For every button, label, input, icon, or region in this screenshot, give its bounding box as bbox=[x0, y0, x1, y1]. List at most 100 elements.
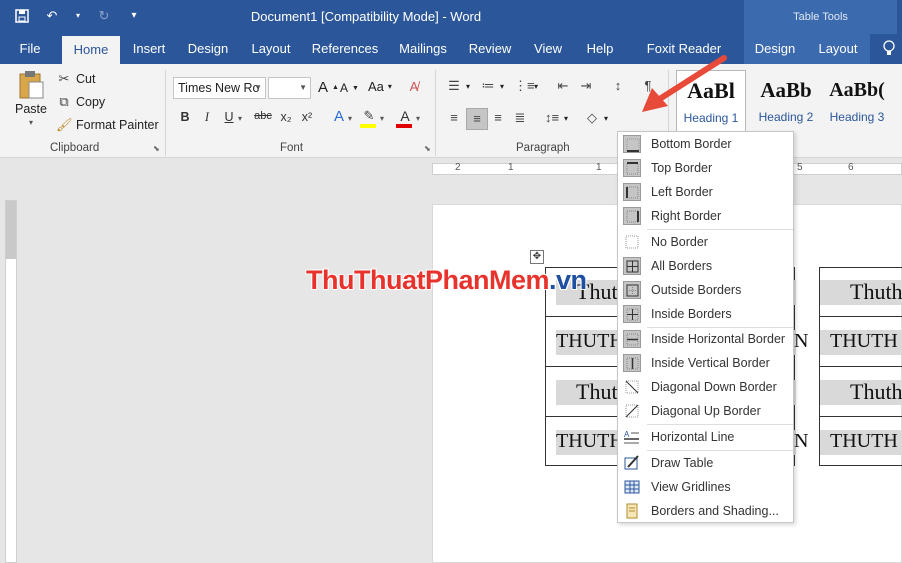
cell-text: N bbox=[794, 330, 809, 352]
tab-design[interactable]: Design bbox=[182, 34, 234, 64]
numbering-button[interactable]: ≔ ▾ bbox=[480, 78, 505, 94]
clear-formatting-button[interactable]: A̸ bbox=[406, 79, 422, 95]
menu-item-label: Right Border bbox=[651, 209, 722, 223]
strikethrough-button[interactable]: abc bbox=[252, 110, 274, 122]
italic-button[interactable]: I bbox=[198, 110, 216, 125]
menu-item-draw-table[interactable]: Draw Table bbox=[618, 451, 793, 475]
font-launcher-icon[interactable]: ⬊ bbox=[424, 144, 431, 153]
annotation-arrow-icon bbox=[642, 55, 727, 112]
line-spacing-button[interactable]: ↕≡ ▾ bbox=[544, 110, 568, 126]
subscript-button[interactable]: x₂ bbox=[277, 110, 295, 124]
tab-home[interactable]: Home bbox=[62, 36, 120, 64]
tab-mailings[interactable]: Mailings bbox=[392, 34, 454, 64]
font-group-label: Font bbox=[280, 142, 304, 154]
font-family-combo[interactable]: Times New Ro ▼ bbox=[173, 77, 266, 99]
tab-review[interactable]: Review bbox=[464, 34, 516, 64]
menu-item-label: Diagonal Up Border bbox=[651, 404, 761, 418]
chevron-down-icon: ▼ bbox=[299, 83, 307, 92]
tab-help[interactable]: Help bbox=[580, 34, 620, 64]
font-color-button[interactable]: A bbox=[396, 108, 414, 128]
change-case-button[interactable]: Aa ▾ bbox=[368, 79, 392, 94]
line-spacing-icon: ↕≡ bbox=[544, 110, 560, 125]
superscript-button[interactable]: x² bbox=[298, 110, 316, 124]
menu-item-inside-horizontal-border[interactable]: Inside Horizontal Border bbox=[618, 327, 793, 351]
tab-layout[interactable]: Layout bbox=[244, 34, 298, 64]
tab-table-design[interactable]: Design bbox=[744, 34, 806, 64]
lightbulb-icon[interactable] bbox=[878, 34, 900, 64]
tab-file[interactable]: File bbox=[10, 34, 50, 64]
tab-table-layout[interactable]: Layout bbox=[806, 34, 870, 64]
menu-item-label: All Borders bbox=[651, 259, 713, 273]
style-heading-3[interactable]: AaBb( Heading 3 bbox=[824, 70, 890, 134]
align-left-button[interactable]: ≡ bbox=[446, 110, 462, 126]
cut-label: Cut bbox=[76, 72, 96, 86]
font-color-swatch bbox=[396, 124, 412, 128]
menu-item-inside-vertical-border[interactable]: Inside Vertical Border bbox=[618, 351, 793, 375]
shrink-font-button[interactable]: A ▼ bbox=[340, 81, 359, 95]
menu-item-diagonal-down-border[interactable]: Diagonal Down Border bbox=[618, 375, 793, 399]
align-center-icon: ≡ bbox=[473, 111, 481, 126]
chevron-down-icon: ▼ bbox=[254, 83, 262, 92]
menu-item-diagonal-up-border[interactable]: Diagonal Up Border bbox=[618, 399, 793, 423]
menu-item-label: No Border bbox=[651, 235, 708, 249]
style-sample: AaBb bbox=[760, 78, 812, 102]
menu-item-left-border[interactable]: Left Border bbox=[618, 180, 793, 204]
bullet-list-icon: ☰ bbox=[448, 78, 460, 93]
menu-item-inside-borders[interactable]: Inside Borders bbox=[618, 302, 793, 326]
justify-icon: ≣ bbox=[514, 110, 526, 125]
copy-icon: ⧉ bbox=[59, 94, 69, 109]
menu-item-view-gridlines[interactable]: View Gridlines bbox=[618, 475, 793, 499]
menu-item-label: Inside Borders bbox=[651, 307, 732, 321]
shading-button[interactable]: ◇ ▾ bbox=[584, 110, 608, 126]
bullets-button[interactable]: ☰ ▾ bbox=[446, 78, 470, 94]
menu-item-right-border[interactable]: Right Border bbox=[618, 204, 793, 228]
menu-item-outside-borders[interactable]: Outside Borders bbox=[618, 278, 793, 302]
menu-item-top-border[interactable]: Top Border bbox=[618, 156, 793, 180]
clipboard-launcher-icon[interactable]: ⬊ bbox=[153, 144, 160, 153]
diagonal-down-border-icon bbox=[625, 380, 639, 394]
menu-item-no-border[interactable]: No Border bbox=[618, 230, 793, 254]
tab-references[interactable]: References bbox=[308, 34, 382, 64]
highlight-dropdown-icon[interactable]: ▾ bbox=[380, 114, 384, 123]
grow-font-button[interactable]: A ▲ bbox=[318, 79, 339, 96]
highlight-button[interactable]: ✎ bbox=[360, 108, 378, 128]
tab-view[interactable]: View bbox=[526, 34, 570, 64]
underline-dropdown-icon[interactable]: ▾ bbox=[238, 114, 242, 123]
paste-button[interactable]: Paste ▾ bbox=[14, 70, 48, 127]
decrease-indent-button[interactable]: ⇤ bbox=[555, 78, 571, 94]
copy-button[interactable]: ⧉ Copy bbox=[56, 94, 105, 110]
underline-button[interactable]: U bbox=[220, 110, 238, 124]
justify-button[interactable]: ≣ bbox=[512, 110, 528, 126]
text-effects-dropdown-icon[interactable]: ▾ bbox=[348, 114, 352, 123]
ruler-number: 6 bbox=[848, 162, 854, 173]
multilevel-list-button[interactable]: ⋮≡ ▾ bbox=[514, 78, 538, 94]
menu-item-borders-and-shading[interactable]: Borders and Shading... bbox=[618, 499, 793, 523]
font-size-combo[interactable]: ▼ bbox=[268, 77, 311, 99]
bold-button[interactable]: B bbox=[176, 110, 194, 124]
table-tools-label: Table Tools bbox=[744, 0, 897, 34]
font-color-dropdown-icon[interactable]: ▾ bbox=[416, 114, 420, 123]
tab-insert[interactable]: Insert bbox=[126, 34, 172, 64]
no-border-icon bbox=[625, 235, 639, 249]
increase-indent-button[interactable]: ⇥ bbox=[578, 78, 594, 94]
ruler-margin bbox=[6, 201, 16, 259]
sort-button[interactable]: ↕ bbox=[610, 78, 626, 94]
text-effects-icon[interactable]: A bbox=[330, 108, 348, 125]
borders-shading-icon bbox=[626, 503, 638, 519]
table-move-handle[interactable]: ✥ bbox=[530, 250, 544, 264]
vertical-ruler[interactable] bbox=[5, 200, 17, 563]
align-right-button[interactable]: ≡ bbox=[490, 110, 506, 126]
left-border-icon bbox=[623, 183, 641, 201]
style-heading-2[interactable]: AaBb Heading 2 bbox=[750, 70, 822, 134]
align-center-button[interactable]: ≡ bbox=[466, 108, 488, 130]
menu-item-bottom-border[interactable]: Bottom Border bbox=[618, 132, 793, 156]
horizontal-line-icon: A bbox=[624, 430, 639, 444]
cell-text: THUTH bbox=[556, 330, 624, 352]
ruler-number: 5 bbox=[797, 162, 803, 173]
cut-button[interactable]: ✂ Cut bbox=[56, 71, 96, 87]
top-border-icon bbox=[623, 159, 641, 177]
menu-item-all-borders[interactable]: All Borders bbox=[618, 254, 793, 278]
menu-item-horizontal-line[interactable]: A Horizontal Line bbox=[618, 425, 793, 449]
paste-dropdown-icon[interactable]: ▾ bbox=[29, 118, 33, 127]
format-painter-button[interactable]: 🖌 Format Painter bbox=[56, 117, 159, 133]
